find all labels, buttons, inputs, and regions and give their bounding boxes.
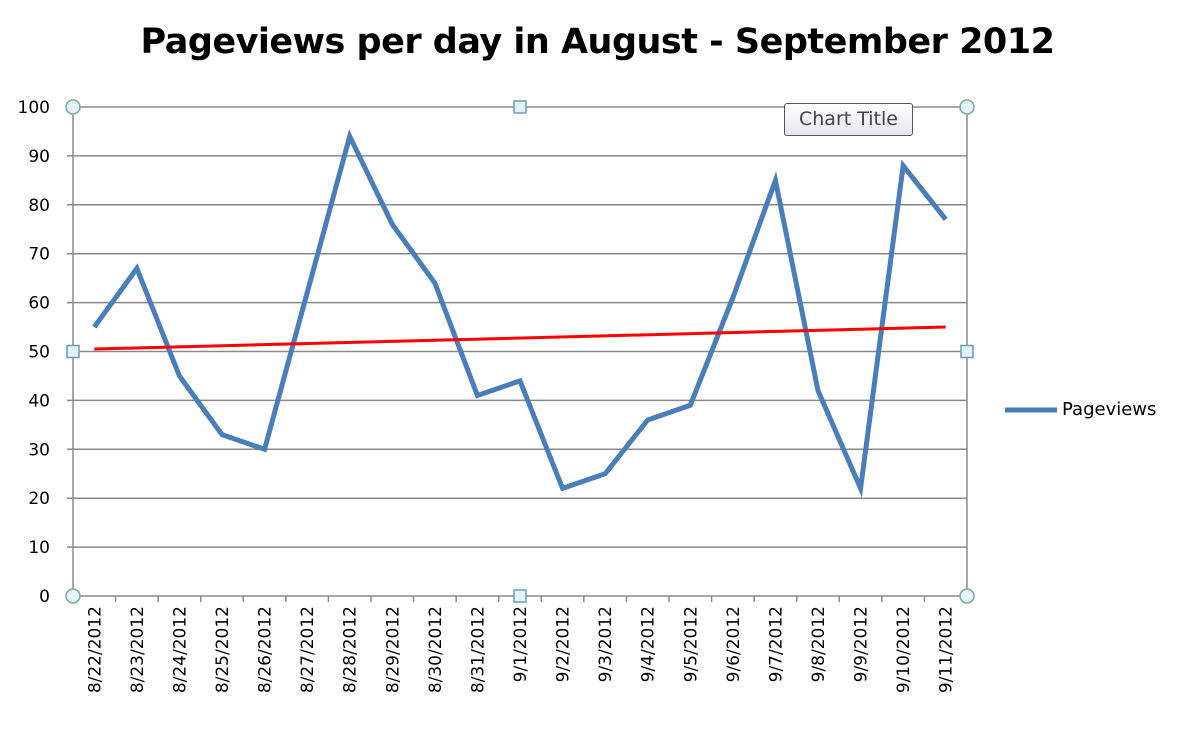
legend-label: Pageviews — [1062, 399, 1157, 420]
x-tick-label: 9/7/2012 — [766, 606, 786, 682]
x-tick-label: 8/28/2012 — [341, 606, 361, 693]
x-tick-label: 8/27/2012 — [298, 606, 318, 693]
y-tick-label: 20 — [28, 489, 50, 509]
y-tick-label: 80 — [28, 196, 50, 216]
x-tick-label: 9/1/2012 — [511, 606, 531, 682]
x-tick-label: 9/2/2012 — [554, 606, 574, 682]
y-tick-label: 60 — [28, 294, 50, 314]
x-tick-label: 8/29/2012 — [383, 606, 403, 693]
resize-handle-corner — [959, 588, 975, 604]
series-line-pageviews — [92, 129, 948, 498]
x-tick-label: 8/24/2012 — [170, 606, 190, 693]
x-tick-label: 9/10/2012 — [894, 606, 914, 693]
resize-handle-corner — [65, 99, 81, 115]
x-tick-label: 8/25/2012 — [213, 606, 233, 693]
x-tick-label: 8/26/2012 — [256, 606, 276, 693]
y-tick-label: 90 — [28, 147, 50, 167]
y-tick-label: 30 — [28, 440, 50, 460]
y-tick-label: 100 — [18, 98, 50, 118]
x-tick-label: 9/4/2012 — [639, 606, 659, 682]
resize-handle-side — [513, 589, 527, 603]
y-tick-label: 70 — [28, 245, 50, 265]
x-tick-label: 9/6/2012 — [724, 606, 744, 682]
x-tick-label: 9/5/2012 — [681, 606, 701, 682]
x-tick-label: 9/3/2012 — [596, 606, 616, 682]
chart-title-tooltip: Chart Title — [784, 103, 913, 136]
y-tick-label: 40 — [28, 391, 50, 411]
line-chart[interactable]: 0 10 20 30 40 50 60 70 80 90 100 8/22/2012 8/23/2012… — [0, 0, 1200, 733]
resize-handle-corner — [959, 99, 975, 115]
y-tick-label: 0 — [39, 587, 50, 607]
y-tick-label: 50 — [28, 343, 50, 363]
resize-handle-side — [960, 344, 974, 359]
trendline — [94, 325, 946, 351]
x-tick-label: 9/8/2012 — [809, 606, 829, 682]
x-tick-label: 9/9/2012 — [852, 606, 872, 682]
resize-handle-side — [513, 100, 527, 114]
x-tick-label: 8/23/2012 — [128, 606, 148, 693]
resize-handle-side — [66, 344, 80, 359]
x-tick-label: 8/31/2012 — [468, 606, 488, 693]
resize-handle-corner — [65, 588, 81, 604]
y-tick-label: 10 — [28, 538, 50, 558]
x-tick-label: 8/30/2012 — [426, 606, 446, 693]
x-tick-label: 9/11/2012 — [937, 606, 957, 693]
x-tick-label: 8/22/2012 — [85, 606, 105, 693]
